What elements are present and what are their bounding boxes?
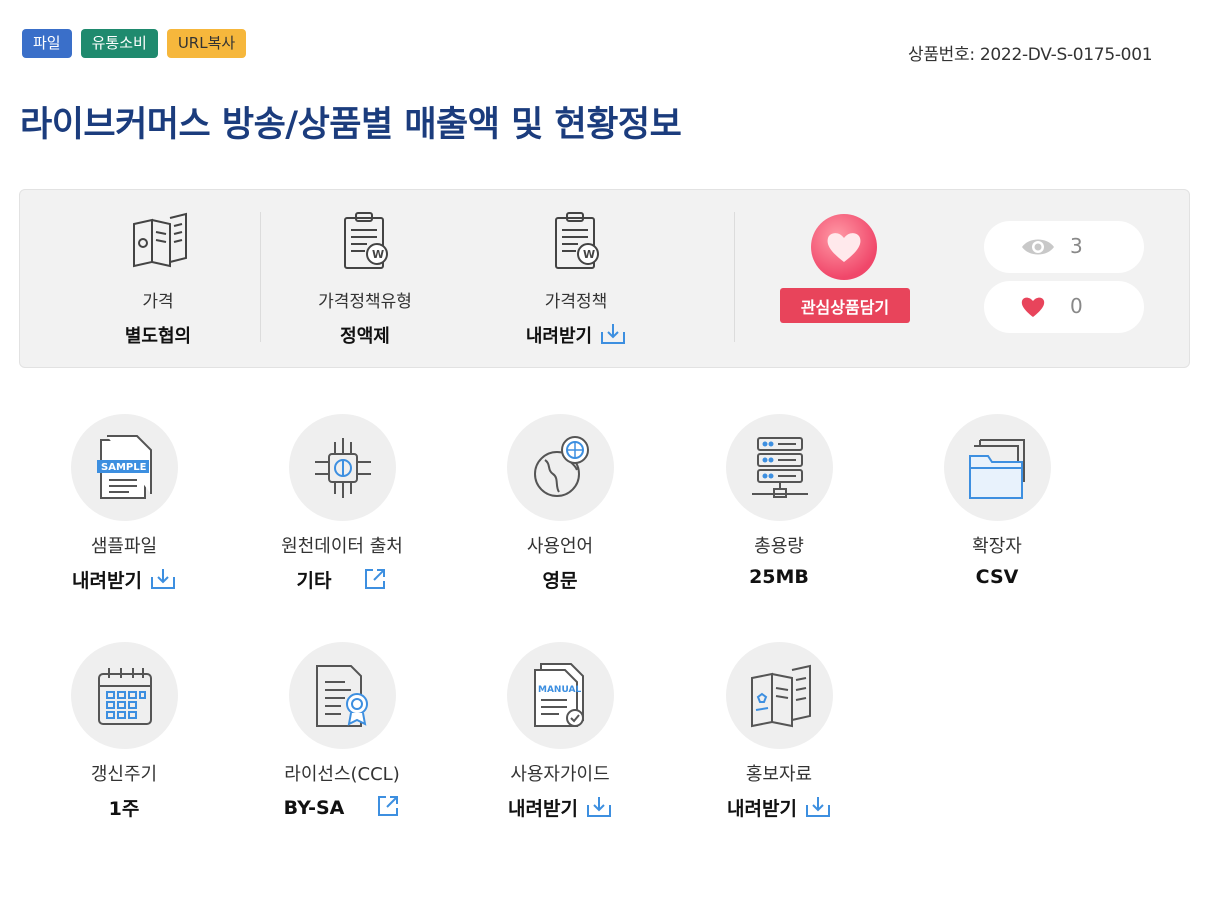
heart-icon bbox=[811, 214, 877, 280]
download-icon[interactable] bbox=[805, 795, 831, 819]
svg-text:W: W bbox=[583, 248, 595, 261]
guide-download-link[interactable]: 내려받기 bbox=[508, 798, 578, 820]
brochure-icon bbox=[751, 664, 811, 728]
tag-file: 파일 bbox=[22, 29, 72, 58]
info-license-value: BY-SA bbox=[232, 794, 452, 819]
download-icon[interactable] bbox=[150, 567, 176, 591]
globe-chat-icon bbox=[534, 436, 589, 497]
ai-chip-icon bbox=[315, 438, 371, 498]
clipboard-certificate-icon: W bbox=[555, 212, 599, 269]
tag-category: 유통소비 bbox=[80, 29, 158, 58]
heart-icon bbox=[1021, 297, 1045, 317]
tag-list: 파일 유통소비 URL복사 bbox=[22, 29, 247, 58]
info-size-value: 25MB bbox=[749, 566, 809, 588]
info-sample-label: 샘플파일 bbox=[90, 536, 158, 557]
calendar-icon bbox=[98, 668, 152, 725]
folder-icon bbox=[969, 439, 1025, 499]
sample-file-icon: SAMPLE bbox=[97, 435, 152, 499]
summary-policy-type-value: 정액제 bbox=[340, 326, 390, 347]
summary-panel: 가격 별도협의 W 가격정책유형 정액제 W 가격정책 내려받기 관심상품담기 … bbox=[19, 189, 1190, 368]
icon-circle: MANUAL bbox=[507, 642, 614, 749]
policy-download-link[interactable]: 내려받기 bbox=[526, 326, 592, 347]
page-title: 라이브커머스 방송/상품별 매출액 및 현황정보 bbox=[20, 105, 682, 145]
promo-download-link[interactable]: 내려받기 bbox=[727, 798, 797, 820]
license-value-text: BY-SA bbox=[283, 797, 345, 819]
summary-policy-label: 가격정책 bbox=[544, 292, 608, 312]
info-language-value: 영문 bbox=[542, 570, 578, 592]
svg-text:MANUAL: MANUAL bbox=[538, 685, 581, 695]
add-to-wishlist-button[interactable]: 관심상품담기 bbox=[780, 288, 910, 323]
sample-download-link[interactable]: 내려받기 bbox=[72, 570, 142, 592]
view-count-value: 3 bbox=[1070, 234, 1083, 258]
divider bbox=[260, 212, 261, 342]
product-number: 상품번호: 2022-DV-S-0175-001 bbox=[908, 45, 1153, 65]
icon-circle bbox=[726, 642, 833, 749]
license-certificate-icon bbox=[316, 665, 368, 727]
info-source-value: 기타 bbox=[232, 566, 452, 593]
clipboard-certificate-icon: W bbox=[344, 212, 388, 269]
info-cycle-label: 갱신주기 bbox=[90, 764, 158, 785]
icon-circle bbox=[726, 414, 833, 521]
icon-circle bbox=[289, 642, 396, 749]
svg-text:SAMPLE: SAMPLE bbox=[101, 462, 147, 473]
external-link-icon[interactable] bbox=[376, 794, 400, 818]
url-copy-button[interactable]: URL복사 bbox=[166, 29, 247, 58]
summary-policy-value: 내려받기 bbox=[476, 322, 676, 348]
info-promo-label: 홍보자료 bbox=[745, 764, 813, 785]
info-sample-value: 내려받기 bbox=[14, 566, 234, 593]
info-guide-label: 사용자가이드 bbox=[510, 764, 610, 785]
icon-circle bbox=[507, 414, 614, 521]
info-size-label: 총용량 bbox=[754, 536, 804, 557]
summary-policy-type-label: 가격정책유형 bbox=[318, 292, 412, 312]
eye-icon bbox=[1022, 239, 1054, 255]
view-count: 3 bbox=[984, 221, 1144, 273]
brochure-icon bbox=[133, 212, 187, 268]
info-source-label: 원천데이터 출처 bbox=[281, 536, 403, 557]
info-promo-value: 내려받기 bbox=[669, 794, 889, 821]
info-ext-label: 확장자 bbox=[972, 536, 1022, 557]
like-count: 0 bbox=[984, 281, 1144, 333]
download-icon[interactable] bbox=[586, 795, 612, 819]
info-language-label: 사용언어 bbox=[526, 536, 594, 557]
external-link-icon[interactable] bbox=[363, 567, 387, 591]
divider bbox=[734, 212, 735, 342]
manual-document-icon: MANUAL bbox=[534, 663, 584, 727]
info-license-label: 라이선스(CCL) bbox=[284, 764, 400, 785]
info-guide-value: 내려받기 bbox=[450, 794, 670, 821]
summary-price-value: 별도협의 bbox=[124, 326, 192, 347]
icon-circle bbox=[71, 642, 178, 749]
icon-circle bbox=[289, 414, 396, 521]
download-icon[interactable] bbox=[600, 322, 626, 346]
info-cycle-value: 1주 bbox=[108, 798, 140, 820]
server-icon bbox=[752, 437, 808, 498]
source-value-text: 기타 bbox=[296, 570, 332, 592]
icon-circle bbox=[944, 414, 1051, 521]
like-count-value: 0 bbox=[1070, 294, 1083, 318]
info-ext-value: CSV bbox=[975, 566, 1019, 588]
svg-text:W: W bbox=[372, 248, 384, 261]
summary-price-label: 가격 bbox=[142, 292, 174, 312]
icon-circle: SAMPLE bbox=[71, 414, 178, 521]
